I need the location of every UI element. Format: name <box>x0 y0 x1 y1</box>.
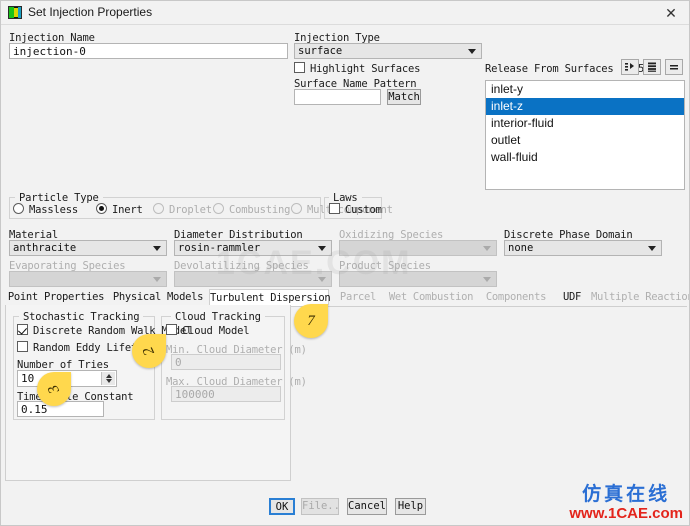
material-select[interactable]: anthracite <box>9 240 167 256</box>
drw-box <box>17 324 28 335</box>
custom-box <box>329 203 340 214</box>
chevron-down-icon <box>483 246 491 251</box>
custom-label: Custom <box>345 204 382 216</box>
list-item[interactable]: wall-fluid <box>486 149 684 166</box>
chevron-down-icon <box>153 277 161 282</box>
radio-circle <box>213 203 224 214</box>
radio-label: Droplet <box>169 204 212 216</box>
particle-type-massless-radio[interactable]: Massless <box>13 203 78 216</box>
watermark-cn-text: 仿真在线 <box>582 484 671 505</box>
help-button[interactable]: Help <box>395 498 426 515</box>
list-item[interactable]: outlet <box>486 132 684 149</box>
radio-label: Combusting <box>229 204 291 216</box>
list-item[interactable]: inlet-y <box>486 81 684 98</box>
laws-custom-checkbox[interactable]: Custom <box>329 203 382 216</box>
injection-type-select[interactable]: surface <box>294 43 482 59</box>
list-item[interactable]: inlet-z <box>486 98 684 115</box>
cloud-model-checkbox[interactable]: Cloud Model <box>166 324 250 337</box>
min-cloud-diameter-input: 0 <box>171 354 281 370</box>
particle-type-droplet-radio: Droplet <box>153 203 212 216</box>
highlight-surfaces-label: Highlight Surfaces <box>310 63 421 75</box>
highlight-surfaces-checkbox[interactable]: Highlight Surfaces <box>294 62 420 75</box>
radio-circle <box>96 203 107 214</box>
devolatilizing-species-select <box>174 271 332 287</box>
chevron-down-icon <box>483 277 491 282</box>
tab-multiple-reactions: Multiple Reactions <box>591 291 690 303</box>
callout-marker-3: 3 <box>37 372 71 406</box>
ok-button[interactable]: OK <box>269 498 295 515</box>
release-from-surfaces-list[interactable]: inlet-y inlet-z interior-fluid outlet wa… <box>485 80 685 190</box>
radio-circle <box>291 203 302 214</box>
chevron-down-icon <box>318 277 326 282</box>
diameter-distribution-value: rosin-rammler <box>178 242 261 254</box>
watermark-url-text: www.1CAE.com <box>569 505 683 522</box>
list-item[interactable]: interior-fluid <box>486 115 684 132</box>
callout-marker-7: 7 <box>294 304 328 338</box>
title-bar: Set Injection Properties ✕ <box>1 1 689 25</box>
chevron-down-icon <box>318 246 326 251</box>
evaporating-species-select <box>9 271 167 287</box>
file-button: File... <box>301 498 339 515</box>
cancel-button[interactable]: Cancel <box>347 498 387 515</box>
tab-components: Components <box>485 291 547 303</box>
rel-box <box>17 341 28 352</box>
close-icon[interactable]: ✕ <box>651 1 689 25</box>
tab-parcel: Parcel <box>339 291 377 303</box>
tab-physical-models[interactable]: Physical Models <box>109 289 207 306</box>
window-title: Set Injection Properties <box>28 5 153 19</box>
diameter-distribution-select[interactable]: rosin-rammler <box>174 240 332 256</box>
radio-circle <box>13 203 24 214</box>
application-icon <box>8 6 22 19</box>
oxidizing-species-select <box>339 240 497 256</box>
discrete-phase-domain-value: none <box>508 242 534 254</box>
chevron-down-icon <box>648 246 656 251</box>
surface-name-pattern-input[interactable] <box>294 89 381 105</box>
stochastic-tracking-group-label: Stochastic Tracking <box>19 311 144 323</box>
max-cloud-diameter-input: 100000 <box>171 386 281 402</box>
product-species-select <box>339 271 497 287</box>
site-watermark: 仿真在线 www.1CAE.com <box>569 484 683 523</box>
set-injection-properties-dialog: Set Injection Properties ✕ Injection Nam… <box>0 0 690 526</box>
match-button[interactable]: Match <box>387 89 421 105</box>
particle-type-inert-radio[interactable]: Inert <box>96 203 143 216</box>
cloud-model-box <box>166 324 177 335</box>
radio-label: Inert <box>112 204 143 216</box>
radio-label: Massless <box>29 204 78 216</box>
radio-circle <box>153 203 164 214</box>
cloud-model-label: Cloud Model <box>182 325 250 337</box>
spinner-arrows[interactable] <box>101 372 115 385</box>
deselect-all-icon[interactable] <box>665 59 683 75</box>
injection-name-input[interactable]: injection-0 <box>9 43 288 59</box>
chevron-down-icon <box>153 246 161 251</box>
tab-wet-combustion: Wet Combustion <box>388 291 474 303</box>
select-all-icon[interactable] <box>643 59 661 75</box>
material-value: anthracite <box>13 242 77 254</box>
callout-marker-2: 2 <box>132 334 166 368</box>
injection-type-value: surface <box>298 45 343 57</box>
particle-type-combusting-radio: Combusting <box>213 203 290 216</box>
cloud-tracking-group-label: Cloud Tracking <box>171 311 265 323</box>
tab-point-properties[interactable]: Point Properties <box>5 289 107 306</box>
filter-list-icon[interactable] <box>621 59 639 75</box>
chevron-down-icon <box>468 49 476 54</box>
highlight-surfaces-box <box>294 62 305 73</box>
tab-udf[interactable]: UDF <box>556 289 588 306</box>
discrete-phase-domain-select[interactable]: none <box>504 240 662 256</box>
